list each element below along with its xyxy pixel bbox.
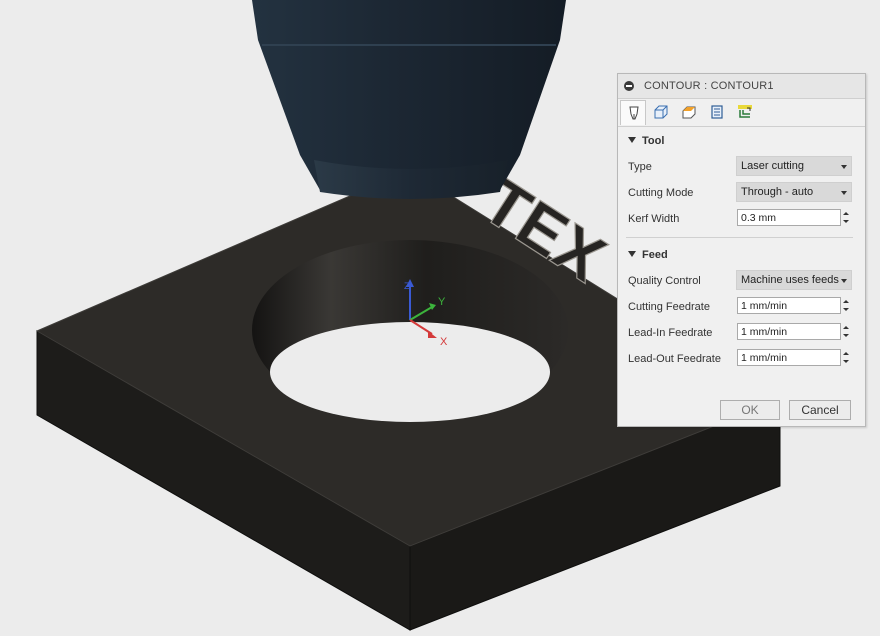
collapse-triangle-icon — [628, 137, 636, 143]
lead-in-feedrate-input[interactable]: 1 mm/min — [737, 323, 841, 340]
linking-tab-icon — [738, 105, 752, 118]
heights-tab-icon — [682, 106, 696, 119]
lead-in-feedrate-stepper[interactable] — [842, 323, 851, 340]
lead-in-feedrate-label: Lead-In Feedrate — [628, 327, 713, 339]
tab-linking[interactable] — [732, 100, 758, 124]
cancel-button[interactable]: Cancel — [789, 400, 851, 420]
collapse-triangle-icon — [628, 251, 636, 257]
lead-out-feedrate-stepper[interactable] — [842, 349, 851, 366]
dialog-title-bar[interactable]: CONTOUR : CONTOUR1 — [618, 74, 865, 99]
passes-tab-icon — [711, 105, 723, 119]
kerf-width-value: 0.3 mm — [741, 212, 777, 224]
type-select-value: Laser cutting — [741, 160, 804, 172]
cutting-mode-select[interactable]: Through - auto — [736, 182, 852, 202]
quality-control-label: Quality Control — [628, 275, 701, 287]
dropdown-caret-icon — [841, 279, 847, 283]
lead-out-feedrate-value: 1 mm/min — [741, 352, 788, 364]
lead-out-feedrate-label: Lead-Out Feedrate — [628, 353, 721, 365]
dialog-tabs — [618, 98, 865, 127]
kerf-width-label: Kerf Width — [628, 213, 680, 225]
section-divider — [626, 237, 853, 238]
lead-out-feedrate-input[interactable]: 1 mm/min — [737, 349, 841, 366]
stepper-up-icon[interactable] — [843, 300, 849, 303]
geometry-tab-icon — [654, 105, 668, 119]
cutting-feedrate-label: Cutting Feedrate — [628, 301, 710, 313]
tool-tab-icon — [629, 106, 639, 120]
cutting-mode-select-value: Through - auto — [741, 186, 814, 198]
tab-tool[interactable] — [620, 100, 646, 125]
quality-control-select-value: Machine uses feeds — [741, 274, 839, 286]
kerf-width-stepper[interactable] — [842, 209, 851, 226]
contour-dialog: CONTOUR : CONTOUR1 Tool Type Laser cutti… — [617, 73, 866, 427]
dropdown-caret-icon — [841, 191, 847, 195]
type-select[interactable]: Laser cutting — [736, 156, 852, 176]
lead-in-feedrate-value: 1 mm/min — [741, 326, 788, 338]
tab-heights[interactable] — [676, 100, 702, 124]
feed-section-header[interactable]: Feed — [628, 249, 668, 261]
ok-button[interactable]: OK — [720, 400, 780, 420]
axis-x-label: X — [440, 336, 448, 348]
collapse-icon[interactable] — [624, 81, 634, 91]
type-label: Type — [628, 161, 652, 173]
cutting-feedrate-input[interactable]: 1 mm/min — [737, 297, 841, 314]
cutting-feedrate-value: 1 mm/min — [741, 300, 788, 312]
stepper-down-icon[interactable] — [843, 360, 849, 363]
tool-section-header[interactable]: Tool — [628, 135, 664, 147]
tab-passes[interactable] — [704, 100, 730, 124]
quality-control-select[interactable]: Machine uses feeds — [736, 270, 852, 290]
stepper-down-icon[interactable] — [843, 220, 849, 223]
stepper-up-icon[interactable] — [843, 352, 849, 355]
dialog-title: CONTOUR : CONTOUR1 — [644, 80, 774, 92]
tool-section-title: Tool — [642, 135, 665, 147]
axis-z-label: Z — [404, 281, 410, 291]
cutting-feedrate-stepper[interactable] — [842, 297, 851, 314]
tab-geometry[interactable] — [648, 100, 674, 124]
axis-y-label: Y — [438, 296, 446, 308]
kerf-width-input[interactable]: 0.3 mm — [737, 209, 841, 226]
cutting-mode-label: Cutting Mode — [628, 187, 694, 199]
feed-section-title: Feed — [642, 249, 668, 261]
dropdown-caret-icon — [841, 165, 847, 169]
stepper-down-icon[interactable] — [843, 334, 849, 337]
stepper-up-icon[interactable] — [843, 326, 849, 329]
stepper-down-icon[interactable] — [843, 308, 849, 311]
stepper-up-icon[interactable] — [843, 212, 849, 215]
